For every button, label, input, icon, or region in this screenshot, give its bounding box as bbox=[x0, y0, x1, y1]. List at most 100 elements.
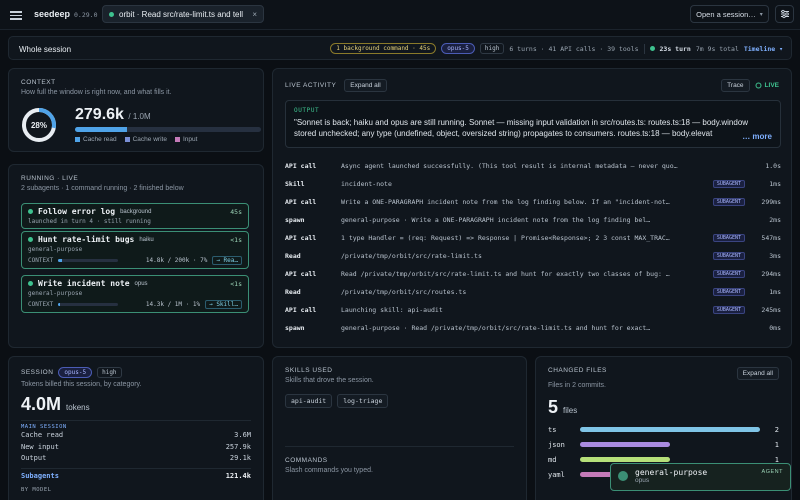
agent-card[interactable]: Hunt rate-limit bugs haiku <1s general-p… bbox=[21, 231, 249, 269]
subagent-badge: SUBAGENT bbox=[712, 306, 745, 314]
activity-kind: API call bbox=[285, 270, 317, 278]
live-activity-panel: LIVE ACTIVITY Expand all Trace LIVE OUTP… bbox=[272, 68, 792, 348]
activity-detail: Async agent launched successfully. (This… bbox=[341, 162, 678, 170]
agent-name: Write incident note bbox=[38, 279, 130, 288]
subagents-row[interactable]: Subagents 121.4k bbox=[21, 467, 251, 483]
agent-card[interactable]: Write incident note opus <1s general-pur… bbox=[21, 275, 249, 313]
model-badge: opus-5 bbox=[441, 43, 475, 54]
activity-detail: incident-note bbox=[341, 180, 392, 188]
file-ext: json bbox=[548, 440, 565, 449]
session-bar: Whole session 1 background command · 45s… bbox=[8, 36, 792, 60]
agent-context-bar bbox=[58, 259, 119, 262]
session-total-unit: tokens bbox=[66, 403, 90, 412]
more-link[interactable]: … more bbox=[738, 132, 772, 141]
live-label: LIVE bbox=[764, 82, 779, 89]
agent-action-button[interactable]: → Rea… bbox=[212, 256, 242, 265]
menu-icon[interactable] bbox=[10, 9, 22, 21]
files-expand-all-button[interactable]: Expand all bbox=[736, 367, 779, 380]
toast-kind: AGENT bbox=[761, 469, 783, 475]
close-icon[interactable]: × bbox=[252, 10, 257, 19]
session-tab[interactable]: orbit · Read src/rate-limit.ts and tell … bbox=[102, 5, 264, 23]
context-subtitle: How full the window is right now, and wh… bbox=[21, 89, 172, 96]
file-count: 1 bbox=[774, 440, 779, 449]
agent-time: 45s bbox=[230, 207, 242, 216]
activity-duration: 0ms bbox=[769, 324, 781, 332]
activity-duration: 1ms bbox=[769, 180, 781, 188]
activity-detail: /private/tmp/orbit/src/routes.ts bbox=[341, 288, 467, 296]
trace-button[interactable]: Trace bbox=[721, 79, 750, 92]
agent-context-fill bbox=[58, 259, 63, 262]
session-heading: SESSION bbox=[21, 369, 54, 376]
activity-row[interactable]: API call Write a ONE-PARAGRAPH incident n… bbox=[285, 193, 781, 211]
agent-action-button[interactable]: → Skill… bbox=[205, 300, 242, 309]
activity-row[interactable]: Read/private/tmp/orbit/src/rate-limit.ts… bbox=[285, 247, 781, 265]
activity-duration: 294ms bbox=[761, 270, 781, 278]
settings-button[interactable] bbox=[775, 5, 794, 23]
subagent-badge: SUBAGENT bbox=[712, 288, 745, 296]
activity-row[interactable]: spawn general-purpose · Read /private/tmp… bbox=[285, 319, 781, 337]
session-model-badge: opus-5 bbox=[58, 367, 93, 378]
live-indicator: LIVE bbox=[755, 82, 779, 89]
running-heading: RUNNING · LIVE bbox=[21, 175, 79, 182]
token-row: Output 29.1k bbox=[21, 454, 251, 462]
activity-detail: Read /private/tmp/orbit/src/rate-limit.t… bbox=[341, 270, 670, 278]
activity-detail: /private/tmp/orbit/src/rate-limit.ts bbox=[341, 252, 482, 260]
legend-item: Cache write bbox=[124, 136, 167, 143]
activity-row[interactable]: API call 1 type Handler = (req: Request) … bbox=[285, 229, 781, 247]
legend-swatch bbox=[174, 136, 180, 142]
background-command-badge[interactable]: 1 background command · 45s bbox=[330, 43, 437, 54]
context-heading: CONTEXT bbox=[21, 79, 56, 86]
activity-detail: Write a ONE-PARAGRAPH incident note from… bbox=[341, 198, 670, 206]
file-count: 2 bbox=[774, 425, 779, 434]
open-session-button[interactable]: Open a session… ▾ bbox=[690, 5, 769, 23]
top-bar: seedeep 0.29.0 orbit · Read src/rate-lim… bbox=[0, 0, 800, 30]
activity-row[interactable]: Read/private/tmp/orbit/src/routes.ts SUBA… bbox=[285, 283, 781, 301]
skills-heading: SKILLS USED bbox=[285, 367, 333, 374]
activity-row[interactable]: Skill incident-note SUBAGENT 1ms bbox=[285, 175, 781, 193]
activity-duration: 1.0s bbox=[765, 162, 781, 170]
activity-kind: spawn bbox=[285, 216, 305, 224]
agent-tag: haiku bbox=[139, 236, 154, 243]
activity-kind: API call bbox=[285, 198, 317, 206]
activity-row[interactable]: API call Read /private/tmp/orbit/src/rate… bbox=[285, 265, 781, 283]
toast-agent-model: opus bbox=[635, 477, 650, 484]
token-row: New input 257.9k bbox=[21, 442, 251, 451]
session-stats: 6 turns · 41 API calls · 39 tools bbox=[509, 44, 639, 53]
activity-kind: API call bbox=[285, 162, 317, 170]
skill-chip[interactable]: api-audit bbox=[285, 394, 333, 408]
session-subtitle: Tokens billed this session, by category. bbox=[21, 381, 142, 388]
output-label: OUTPUT bbox=[294, 107, 320, 114]
agent-context-numbers: 14.3k / 1M · 1% bbox=[145, 301, 201, 308]
file-bar bbox=[580, 442, 670, 447]
running-panel: RUNNING · LIVE 2 subagents · 1 command r… bbox=[8, 164, 264, 348]
file-type-row[interactable]: json 1 bbox=[548, 437, 779, 452]
total-time: 7m 9s total bbox=[695, 44, 739, 53]
activity-kind: Read bbox=[285, 252, 301, 260]
output-box: OUTPUT "Sonnet is back; haiku and opus a… bbox=[285, 100, 781, 148]
legend-swatch bbox=[124, 136, 130, 142]
agent-tag: opus bbox=[134, 280, 148, 287]
turn-time: 23s turn bbox=[659, 44, 691, 53]
file-type-row[interactable]: ts 2 bbox=[548, 422, 779, 437]
context-bar bbox=[75, 127, 261, 132]
skill-chip[interactable]: log-triage bbox=[337, 394, 389, 408]
activity-row[interactable]: spawn general-purpose · Write a ONE-PARAG… bbox=[285, 211, 781, 229]
activity-row[interactable]: API call Launching skill: api-audit SUBAGE… bbox=[285, 301, 781, 319]
agent-context-label: CONTEXT bbox=[28, 257, 54, 264]
agent-card[interactable]: Follow error log background 45s launched… bbox=[21, 203, 249, 229]
agent-name: Follow error log bbox=[38, 207, 116, 216]
expand-all-button[interactable]: Expand all bbox=[344, 79, 387, 92]
activity-row[interactable]: API call Async agent launched successfull… bbox=[285, 157, 781, 175]
chevron-down-icon: ▾ bbox=[759, 11, 763, 18]
agent-toast[interactable]: general-purpose opus AGENT bbox=[610, 463, 791, 491]
divider bbox=[643, 43, 645, 54]
legend-item: Cache read bbox=[75, 136, 117, 143]
commands-heading: COMMANDS bbox=[285, 457, 328, 464]
skills-panel: SKILLS USED Skills that drove the sessio… bbox=[272, 356, 527, 500]
timeline-dropdown[interactable]: Timeline ▾ bbox=[744, 45, 783, 53]
running-subtitle: 2 subagents · 1 command running · 2 fini… bbox=[21, 185, 184, 192]
file-ext: ts bbox=[548, 425, 557, 434]
context-used: 279.6k / 1.0M bbox=[75, 106, 151, 123]
agent-name: Hunt rate-limit bugs bbox=[38, 235, 135, 244]
agent-subtitle: general-purpose bbox=[28, 290, 83, 297]
